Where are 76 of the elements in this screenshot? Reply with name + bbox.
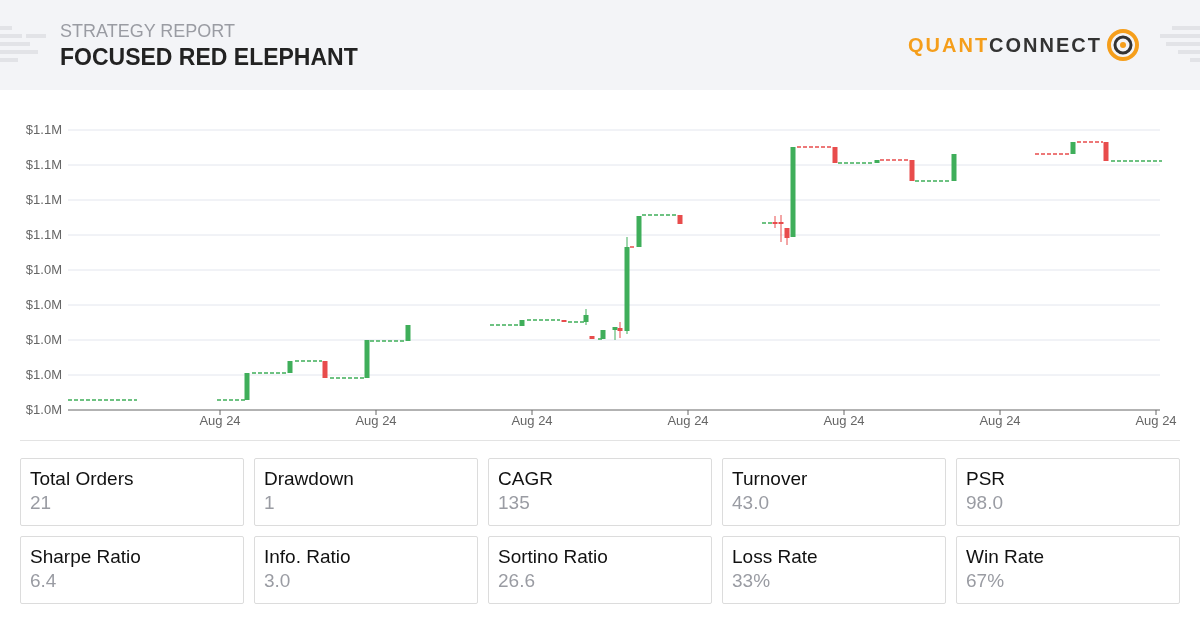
axis-label: $1.0M	[25, 297, 62, 312]
price-line	[369, 340, 406, 342]
axis-label: $1.0M	[25, 332, 62, 347]
candle	[832, 147, 838, 163]
candle	[951, 154, 957, 181]
price-line	[216, 399, 248, 401]
price-line	[629, 246, 637, 248]
candle	[364, 340, 370, 378]
price-line	[67, 399, 138, 401]
axis-label: $1.0M	[25, 367, 62, 382]
stat-label: Info. Ratio	[264, 546, 352, 569]
axis-label: Aug 24	[667, 413, 709, 428]
report-subtitle: STRATEGY REPORT	[60, 21, 237, 40]
price-line	[914, 180, 951, 182]
candle	[322, 361, 328, 378]
candle	[1070, 142, 1076, 154]
logo-icon	[1106, 28, 1140, 62]
price-line	[251, 372, 289, 374]
candle	[519, 320, 525, 326]
stat-label: Drawdown	[264, 468, 355, 491]
axis-label: $1.1M	[25, 122, 62, 137]
candle	[1103, 142, 1109, 161]
stat-label: CAGR	[498, 468, 554, 491]
price-line	[796, 146, 833, 148]
axis-label: Aug 24	[355, 413, 397, 428]
axis-label: $1.0M	[25, 262, 62, 277]
candle	[677, 215, 683, 224]
candle	[244, 373, 250, 400]
stat-value: 3.0	[264, 569, 292, 593]
price-line	[879, 159, 909, 161]
candle	[909, 160, 915, 181]
stat-value: 21	[30, 491, 53, 515]
price-line	[526, 319, 561, 321]
stat-label: PSR	[966, 468, 1007, 491]
price-line	[1110, 160, 1163, 162]
axis-label: $1.1M	[25, 157, 62, 172]
price-line	[837, 162, 873, 164]
price-line	[1034, 153, 1071, 155]
candle	[589, 336, 595, 339]
stat-label: Turnover	[732, 468, 809, 491]
candle	[874, 160, 880, 163]
stat-label: Sharpe Ratio	[30, 546, 142, 569]
axis-label: Aug 24	[199, 413, 241, 428]
price-line	[597, 338, 603, 340]
stat-label: Loss Rate	[732, 546, 819, 569]
axis-label: Aug 24	[823, 413, 865, 428]
stat-label: Total Orders	[30, 468, 135, 491]
axis-label: $1.1M	[25, 227, 62, 242]
price-line	[329, 377, 366, 379]
axis-label: $1.0M	[25, 402, 62, 417]
price-line	[294, 360, 323, 362]
candle	[636, 216, 642, 247]
candle	[287, 361, 293, 373]
stat-label: Win Rate	[966, 546, 1046, 569]
axis-label: Aug 24	[511, 413, 553, 428]
price-line	[489, 324, 519, 326]
stat-value: 67%	[966, 569, 1006, 593]
stat-value: 135	[498, 491, 531, 515]
candle	[583, 308, 589, 326]
price-line	[1076, 141, 1104, 143]
price-line	[641, 214, 679, 216]
stat-value: 26.6	[498, 569, 536, 593]
stat-value: 1	[264, 491, 276, 515]
stat-value: 43.0	[732, 491, 770, 515]
report-title: FOCUSED RED ELEPHANT	[60, 45, 358, 69]
candle	[600, 330, 606, 339]
axis-label: Aug 24	[1135, 413, 1177, 428]
stat-value: 33%	[732, 569, 772, 593]
stat-value: 98.0	[966, 491, 1004, 515]
axis-label: Aug 24	[979, 413, 1021, 428]
price-line	[567, 321, 586, 323]
logo-text: QUANTCONNECT	[908, 35, 1102, 55]
stat-label: Sortino Ratio	[498, 546, 609, 569]
stat-value: 6.4	[30, 569, 58, 593]
candle	[405, 325, 411, 341]
axis-label: $1.1M	[25, 192, 62, 207]
